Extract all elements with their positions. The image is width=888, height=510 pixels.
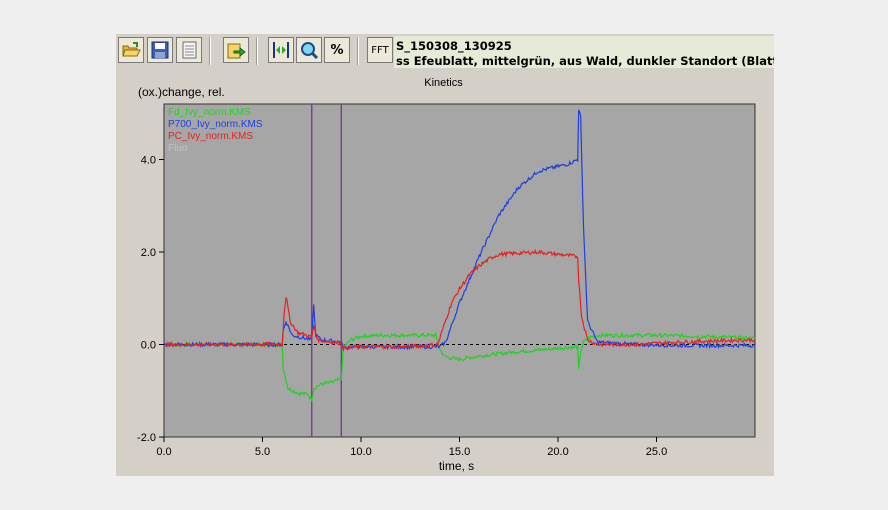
y-tick-label: 2.0	[141, 247, 156, 259]
x-tick-label: 15.0	[449, 446, 470, 458]
export-icon	[227, 43, 246, 59]
legend-entry-2: PC_Ivy_norm.KMS	[168, 131, 253, 142]
open-folder-button[interactable]	[118, 37, 144, 63]
fft-button[interactable]: FFT	[367, 37, 393, 63]
x-tick-label: 10.0	[350, 446, 371, 458]
zoom-button[interactable]	[296, 37, 322, 63]
export-button[interactable]	[223, 37, 249, 63]
kinetics-chart: Kinetics (ox.)change, rel. 0.0 5.0 10.0 15.0 2…	[137, 77, 756, 473]
fft-label: FFT	[371, 44, 389, 56]
percent-label: %	[330, 42, 344, 58]
open-folder-icon	[122, 42, 141, 57]
save-button[interactable]	[147, 37, 173, 63]
x-axis-label: time, s	[439, 459, 474, 473]
fit-horizontal-icon	[273, 42, 289, 58]
chart-title: Kinetics	[424, 77, 463, 89]
legend-entry-3: Fluo	[168, 143, 188, 154]
document-button[interactable]	[176, 37, 202, 63]
percent-button[interactable]: %	[324, 37, 350, 63]
toolbar-separator	[209, 37, 211, 65]
y-tick-label: 4.0	[141, 155, 156, 167]
y-tick-label: -2.0	[137, 432, 156, 444]
plot-area	[163, 103, 756, 438]
kinetics-window: % FFT S_150308_130925 ss Efeublatt, mitt…	[116, 34, 774, 476]
legend-entry-1: P700_Ivy_norm.KMS	[168, 119, 263, 130]
zoom-icon	[301, 42, 319, 59]
x-tick-label: 25.0	[646, 446, 667, 458]
x-tick-label: 20.0	[547, 446, 568, 458]
fit-horizontal-button[interactable]	[268, 37, 294, 63]
y-axis-label: (ox.)change, rel.	[138, 85, 225, 99]
toolbar-separator	[256, 37, 258, 65]
legend-entry-0: Fd_Ivy_norm.KMS	[168, 107, 251, 118]
save-disk-icon	[151, 41, 169, 59]
title-line-1: S_150308_130925	[396, 39, 512, 53]
document-icon	[182, 41, 197, 59]
title-line-2: ss Efeublatt, mittelgrün, aus Wald, dunk…	[396, 54, 774, 68]
y-tick-label: 0.0	[141, 340, 156, 352]
x-tick-label: 0.0	[156, 446, 171, 458]
toolbar-separator	[357, 37, 359, 65]
measurement-title: S_150308_130925 ss Efeublatt, mittelgrün…	[394, 36, 774, 68]
x-tick-label: 5.0	[255, 446, 270, 458]
